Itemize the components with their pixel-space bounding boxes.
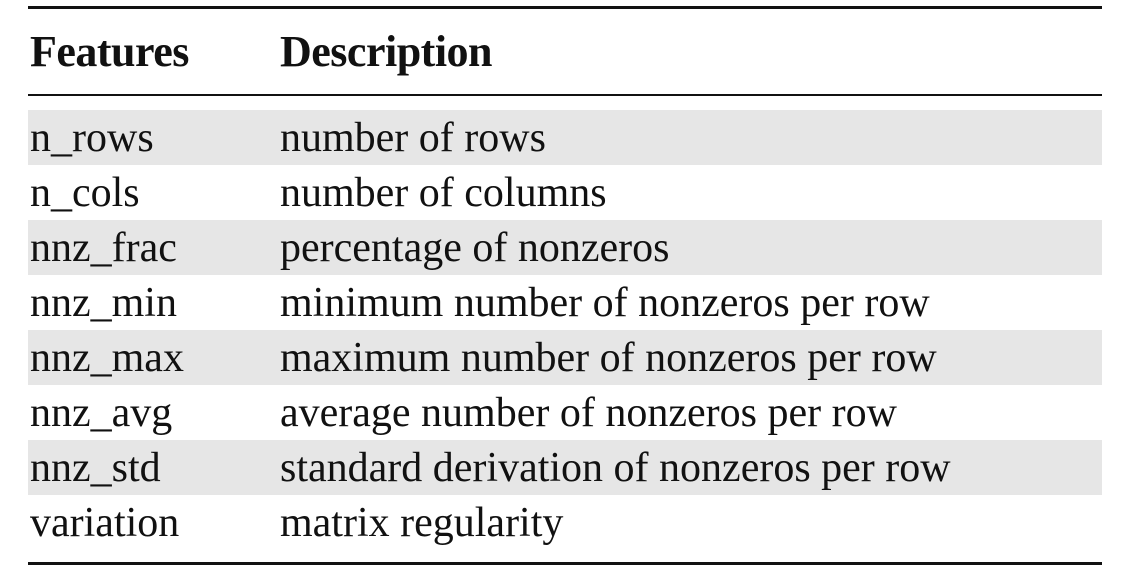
table-row: nnz_avg average number of nonzeros per r… xyxy=(28,385,1102,440)
header-description: Description xyxy=(280,27,493,76)
feature-cell: nnz_min xyxy=(30,279,177,326)
header-features: Features xyxy=(30,27,189,76)
feature-cell: n_rows xyxy=(30,114,154,161)
table-row: nnz_std standard derivation of nonzeros … xyxy=(28,440,1102,495)
description-cell: matrix regularity xyxy=(280,499,564,546)
table-row: variation matrix regularity xyxy=(28,495,1102,550)
description-cell: standard derivation of nonzeros per row xyxy=(280,444,951,491)
description-cell: number of rows xyxy=(280,114,546,161)
feature-cell: nnz_frac xyxy=(30,224,177,271)
table-row: nnz_max maximum number of nonzeros per r… xyxy=(28,330,1102,385)
description-cell: maximum number of nonzeros per row xyxy=(280,334,937,381)
description-cell: average number of nonzeros per row xyxy=(280,389,897,436)
table-row: nnz_frac percentage of nonzeros xyxy=(28,220,1102,275)
table-row: n_rows number of rows xyxy=(28,110,1102,165)
description-cell: number of columns xyxy=(280,169,607,216)
table-row: nnz_min minimum number of nonzeros per r… xyxy=(28,275,1102,330)
description-cell: minimum number of nonzeros per row xyxy=(280,279,930,326)
table-row: n_cols number of columns xyxy=(28,165,1102,220)
feature-cell: nnz_max xyxy=(30,334,184,381)
table-header-rule xyxy=(28,94,1102,96)
features-table: Features Description n_rows number of ro… xyxy=(28,6,1102,565)
table-header-row: Features Description xyxy=(28,9,1102,94)
feature-cell: nnz_std xyxy=(30,444,161,491)
feature-cell: variation xyxy=(30,499,180,546)
feature-cell: nnz_avg xyxy=(30,389,173,436)
description-cell: percentage of nonzeros xyxy=(280,224,670,271)
feature-cell: n_cols xyxy=(30,169,140,216)
table-bottom-rule xyxy=(28,562,1102,565)
table-body: n_rows number of rows n_cols number of c… xyxy=(28,110,1102,550)
